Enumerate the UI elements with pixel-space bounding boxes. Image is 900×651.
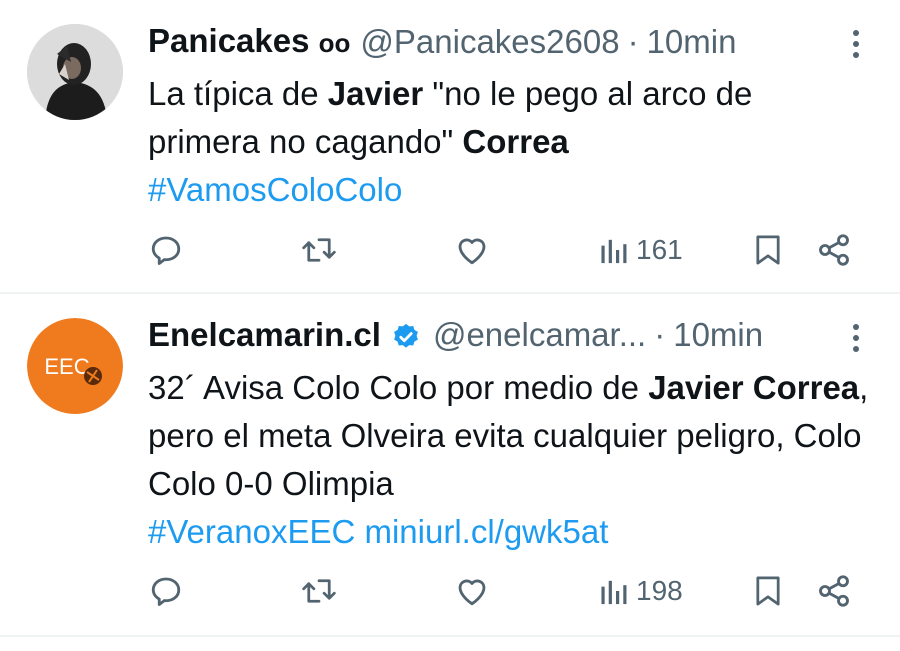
tweet-text-bold: Javier [327, 75, 424, 112]
retweet-icon[interactable] [300, 230, 338, 270]
tweet-text-segment: 32´ Avisa Colo Colo por medio de [148, 369, 649, 406]
separator-dot: · [654, 316, 666, 353]
tweet-header: Enelcamarin.cl @enelcamar... · 10min [148, 314, 830, 356]
tweet-actions: 161 [148, 226, 870, 274]
views-icon [600, 576, 632, 606]
display-name[interactable]: Enelcamarin.cl [148, 314, 381, 356]
like-icon[interactable] [454, 230, 490, 270]
avatar[interactable] [27, 24, 123, 120]
avatar-logo-text: EEC [44, 354, 89, 379]
more-icon[interactable] [842, 26, 870, 62]
url-link[interactable]: miniurl.cl/gwk5at [364, 513, 608, 550]
like-icon[interactable] [454, 571, 490, 611]
tweet-text: 32´ Avisa Colo Colo por medio de Javier … [148, 364, 870, 556]
tweet[interactable]: EEC Enelcamarin.cl @enelcamar... · 10min… [0, 294, 900, 637]
separator-dot: · [627, 23, 639, 60]
tweet-text-segment: La típica de [148, 75, 328, 112]
tweet-actions: 198 [148, 567, 870, 615]
display-name-text: Panicakes [148, 22, 310, 59]
share-icon[interactable] [816, 571, 852, 611]
timestamp[interactable]: 10min [673, 314, 763, 356]
views-button[interactable]: 161 [600, 230, 683, 270]
reply-icon[interactable] [148, 571, 184, 611]
tweet-header: Panicakes ᴏᴏ @Panicakes2608 · 10min [148, 20, 830, 64]
views-icon [600, 235, 632, 265]
tweet-text: La típica de Javier "no le pego al arco … [148, 70, 870, 214]
views-count: 161 [636, 234, 683, 265]
avatar[interactable]: EEC [27, 318, 123, 414]
hashtag-link[interactable]: #VeranoxEEC [148, 513, 355, 550]
views-button[interactable]: 198 [600, 571, 683, 611]
tweet[interactable]: Panicakes ᴏᴏ @Panicakes2608 · 10min La t… [0, 0, 900, 294]
views-count: 198 [636, 575, 683, 606]
bookmark-icon[interactable] [752, 230, 784, 270]
timestamp[interactable]: 10min [647, 21, 737, 63]
tweet-text-bold: Javier Correa [648, 369, 860, 406]
retweet-icon[interactable] [300, 571, 338, 611]
verified-badge-icon [391, 320, 421, 350]
more-icon[interactable] [842, 320, 870, 356]
reply-icon[interactable] [148, 230, 184, 270]
user-handle[interactable]: @Panicakes2608 [360, 21, 619, 63]
display-name[interactable]: Panicakes ᴏᴏ [148, 20, 350, 64]
share-icon[interactable] [816, 230, 852, 270]
tweet-text-bold: Correa [462, 123, 569, 160]
hashtag-link[interactable]: #VamosColoColo [148, 171, 402, 208]
display-name-suffix: ᴏᴏ [318, 28, 351, 58]
user-handle[interactable]: @enelcamar... [433, 314, 646, 356]
bookmark-icon[interactable] [752, 571, 784, 611]
